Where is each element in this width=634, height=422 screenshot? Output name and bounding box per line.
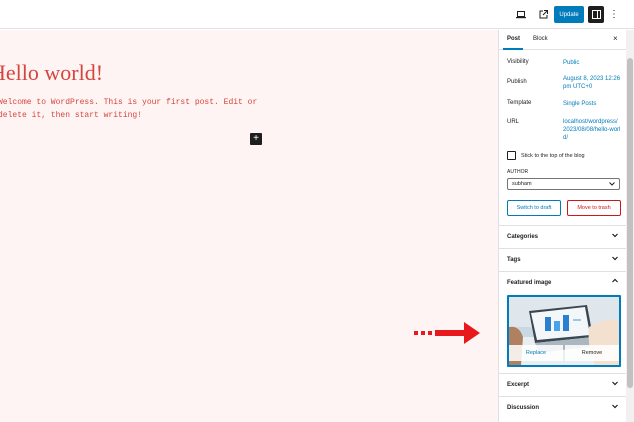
move-to-trash-button[interactable]: Move to trash [567,200,621,216]
update-button[interactable]: Update [554,6,584,23]
panel-title: Discussion [507,405,540,411]
author-value: subham [512,181,532,187]
sidebar-icon [591,10,601,19]
author-label: AUTHOR [507,169,529,175]
url-label: URL [507,119,520,125]
view-button[interactable] [512,6,530,23]
featured-image-actions: Replace Remove [509,345,619,361]
settings-sidebar: Post Block × Visibility Public Publish A… [498,30,627,422]
panel-discussion[interactable]: Discussion [499,396,627,419]
settings-toggle-button[interactable] [588,6,604,23]
switch-to-draft-button[interactable]: Switch to draft [507,200,561,216]
editor-canvas: Hello world! Welcome to WordPress. This … [0,30,498,422]
panel-categories[interactable]: Categories [499,225,627,248]
publish-label: Publish [507,79,527,85]
panel-title: Tags [507,257,521,263]
replace-image-button[interactable]: Replace [509,345,563,361]
more-options-button[interactable]: ⋮ [609,6,619,23]
scrollbar-thumb[interactable] [627,58,633,388]
sticky-checkbox[interactable] [507,151,516,160]
chevron-down-icon [612,381,618,386]
panel-tags[interactable]: Tags [499,248,627,271]
chevron-down-icon [609,182,615,186]
visibility-value[interactable]: Public [563,59,621,67]
post-paragraph[interactable]: Welcome to WordPress. This is your first… [0,96,278,122]
sticky-label: Stick to the top of the blog [521,153,585,159]
panel-title: Categories [507,234,539,240]
desktop-icon [516,10,526,18]
remove-image-button[interactable]: Remove [565,345,619,361]
chevron-down-icon [612,404,618,409]
author-select[interactable]: subham [507,178,620,190]
post-title[interactable]: Hello world! [0,60,103,86]
visibility-label: Visibility [507,59,529,65]
chevron-down-icon [612,233,618,238]
tab-post[interactable]: Post [507,36,520,42]
block-inserter-button[interactable]: + [250,133,262,145]
preview-button[interactable] [534,6,552,23]
chevron-up-icon [612,278,618,283]
url-value[interactable]: localhost/wordpress/2023/08/08/hello-wor… [563,118,621,142]
external-link-icon [539,10,548,19]
close-icon[interactable]: × [613,34,618,43]
panel-excerpt[interactable]: Excerpt [499,373,627,396]
template-label: Template [507,100,532,106]
active-tab-indicator [503,48,523,50]
template-value[interactable]: Single Posts [563,100,621,108]
panel-title: Excerpt [507,382,530,388]
publish-value[interactable]: August 8, 2023 12:26 pm UTC+0 [563,75,621,91]
panel-title: Featured image [507,280,552,286]
red-arrow-icon [414,322,480,344]
chevron-down-icon [612,256,618,261]
sidebar-tabs: Post Block × [499,30,627,50]
tab-block[interactable]: Block [533,36,548,42]
editor-top-bar: Update ⋮ [0,0,634,29]
